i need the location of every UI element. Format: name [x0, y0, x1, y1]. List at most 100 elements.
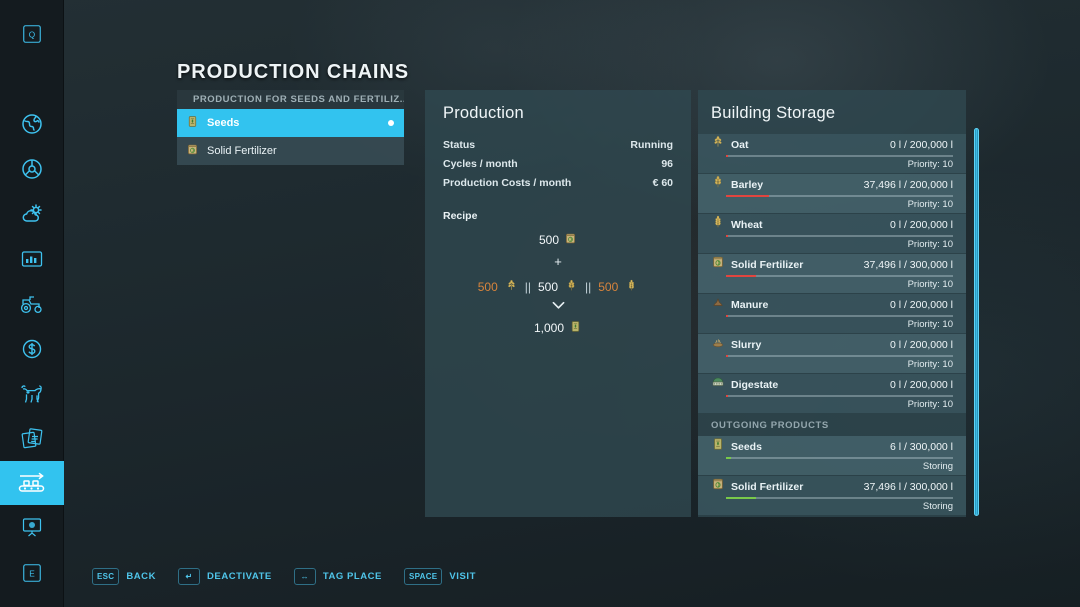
storage-row-amount: 37,496 l / 300,000 l — [863, 480, 953, 493]
recipe-alternative-amount: 500 — [598, 280, 619, 294]
key-hint[interactable]: ↔ TAG PLACE — [293, 568, 382, 585]
sidebar-item-cow-animals[interactable] — [0, 371, 64, 415]
sidebar-item-steering-wheel[interactable] — [0, 147, 64, 191]
storage-row-amount: 0 l / 200,000 l — [889, 298, 953, 311]
weather-cloud-sun-icon — [20, 202, 44, 226]
key-hint[interactable]: SPACE VISIT — [403, 568, 476, 585]
tractor-icon — [19, 292, 45, 316]
storage-row-bar-track — [726, 315, 953, 317]
chain-item-label: Seeds — [207, 117, 240, 129]
sidebar-item-statistics-chart[interactable] — [0, 237, 64, 281]
wheat-icon — [625, 279, 638, 295]
storage-row-name: Seeds — [731, 440, 762, 453]
storage-row-amount: 0 l / 200,000 l — [889, 338, 953, 351]
production-conveyor-icon — [17, 471, 47, 495]
storage-row[interactable]: Oat 0 l / 200,000 l Priority: 10 — [698, 134, 966, 173]
storage-row[interactable]: Wheat 0 l / 200,000 l Priority: 10 — [698, 214, 966, 253]
seeds-bag-icon — [711, 437, 725, 456]
chain-list-item[interactable]: Seeds — [177, 109, 404, 137]
storage-row-footer: Priority: 10 — [907, 239, 953, 250]
recipe-body: 500 +500 || 500 || 500 1,000 — [443, 232, 673, 336]
storage-row-footer: Priority: 10 — [907, 159, 953, 170]
production-stat-value: 96 — [661, 158, 673, 170]
barley-icon — [565, 279, 578, 295]
production-panel: Production Status Running Cycles / month 96… — [425, 90, 691, 517]
recipe-input-primary: 500 — [443, 232, 673, 248]
storage-row-bar-track — [726, 497, 953, 499]
key-hint[interactable]: ↵ DEACTIVATE — [178, 568, 272, 585]
seeds-bag-icon — [569, 320, 582, 336]
recipe-input-amount: 500 — [538, 233, 560, 247]
sidebar-item-dollar-finance[interactable] — [0, 327, 64, 371]
storage-row[interactable]: Digestate 0 l / 200,000 l Priority: 10 — [698, 374, 966, 413]
key-hint-label: DEACTIVATE — [207, 571, 272, 582]
chain-list-item[interactable]: Solid Fertilizer — [177, 137, 404, 165]
oat-icon — [505, 279, 518, 295]
key-hint[interactable]: ESC BACK — [92, 568, 156, 585]
barley-icon — [711, 175, 725, 194]
storage-row[interactable]: Solid Fertilizer 37,496 l / 300,000 l Stor… — [698, 476, 966, 515]
cow-animals-icon — [19, 382, 45, 404]
page-title: PRODUCTION CHAINS — [177, 61, 409, 83]
storage-scrollbar-thumb[interactable] — [974, 128, 979, 516]
fertilizer-bag-icon — [711, 255, 725, 274]
storage-row-bar-track — [726, 155, 953, 157]
sidebar-item-tractor[interactable] — [0, 282, 64, 326]
storage-row-name: Barley — [731, 178, 764, 191]
storage-row-bar-fill — [726, 355, 729, 357]
storage-row[interactable]: Manure 0 l / 200,000 l Priority: 10 — [698, 294, 966, 333]
storage-row-amount: 37,496 l / 300,000 l — [863, 258, 953, 271]
storage-row[interactable]: Barley 37,496 l / 200,000 l Priority: 10 — [698, 174, 966, 213]
wheat-icon — [711, 215, 725, 234]
storage-row-bar-fill — [726, 195, 770, 197]
contracts-papers-icon — [20, 426, 44, 450]
storage-row-amount: 0 l / 200,000 l — [889, 378, 953, 391]
seeds-bag-icon — [186, 115, 199, 131]
key-hint-label: TAG PLACE — [322, 571, 382, 582]
storage-row-name: Solid Fertilizer — [731, 480, 804, 493]
sidebar-item-contracts-papers[interactable] — [0, 416, 64, 460]
storage-row[interactable]: Slurry 0 l / 200,000 l Priority: 10 — [698, 334, 966, 373]
left-right-key-icon: ↔ — [293, 568, 316, 585]
storage-row-bar-track — [726, 275, 953, 277]
recipe-alternative-amount: 500 — [537, 280, 559, 294]
svg-text:E: E — [29, 570, 35, 579]
globe-map-icon — [20, 112, 44, 136]
production-chain-list: PRODUCTION FOR SEEDS AND FERTILIZ.. Seed… — [177, 90, 404, 165]
production-stat-label: Status — [443, 139, 476, 151]
slurry-icon — [711, 335, 725, 354]
sidebar-item-weather-cloud-sun[interactable] — [0, 192, 64, 236]
storage-row[interactable]: Seeds 6 l / 300,000 l Storing — [698, 436, 966, 475]
chain-item-status-dot — [388, 120, 394, 126]
sidebar-item-key-q[interactable]: Q — [0, 12, 64, 56]
oat-icon — [711, 135, 725, 154]
production-stat-label: Cycles / month — [443, 158, 518, 170]
production-stat-row: Status Running — [443, 139, 673, 151]
building-storage-panel: Building Storage INCOMING MATERIALSOat0 … — [698, 90, 966, 517]
recipe-output-amount: 1,000 — [533, 321, 565, 335]
chain-list-header: PRODUCTION FOR SEEDS AND FERTILIZ.. — [177, 90, 404, 109]
production-stat-value: € 60 — [652, 177, 673, 189]
production-panel-title: Production — [443, 104, 524, 122]
recipe-label: Recipe — [443, 210, 478, 222]
sidebar-item-production-conveyor[interactable] — [0, 461, 64, 505]
manure-icon — [711, 295, 725, 314]
game-menu-screen: Q E PRODUCTION CHAINS PRODUCTION FOR SEED… — [0, 0, 1080, 607]
storage-row-bar-fill — [726, 457, 731, 459]
storage-row-bar-track — [726, 195, 953, 197]
storage-row-footer: Priority: 10 — [907, 399, 953, 410]
sidebar-item-key-e[interactable]: E — [0, 551, 64, 595]
storage-row-bar-track — [726, 395, 953, 397]
storage-row[interactable]: Solid Fertilizer 37,496 l / 300,000 l Prio… — [698, 254, 966, 293]
production-stat-row: Cycles / month 96 — [443, 158, 673, 170]
storage-row-amount: 0 l / 200,000 l — [889, 138, 953, 151]
sidebar-item-globe-map[interactable] — [0, 102, 64, 146]
production-stats: Status Running Cycles / month 96 Production … — [443, 139, 673, 189]
storage-row-bar-fill — [726, 235, 729, 237]
storage-scroll-area[interactable]: INCOMING MATERIALSOat0 l / 200,000 lPrio… — [698, 129, 966, 517]
sidebar-item-screen-presentation[interactable] — [0, 505, 64, 549]
storage-row-footer: Priority: 10 — [907, 199, 953, 210]
storage-row-footer: Priority: 10 — [907, 279, 953, 290]
storage-row-name: Oat — [731, 138, 749, 151]
steering-wheel-icon — [20, 157, 44, 181]
